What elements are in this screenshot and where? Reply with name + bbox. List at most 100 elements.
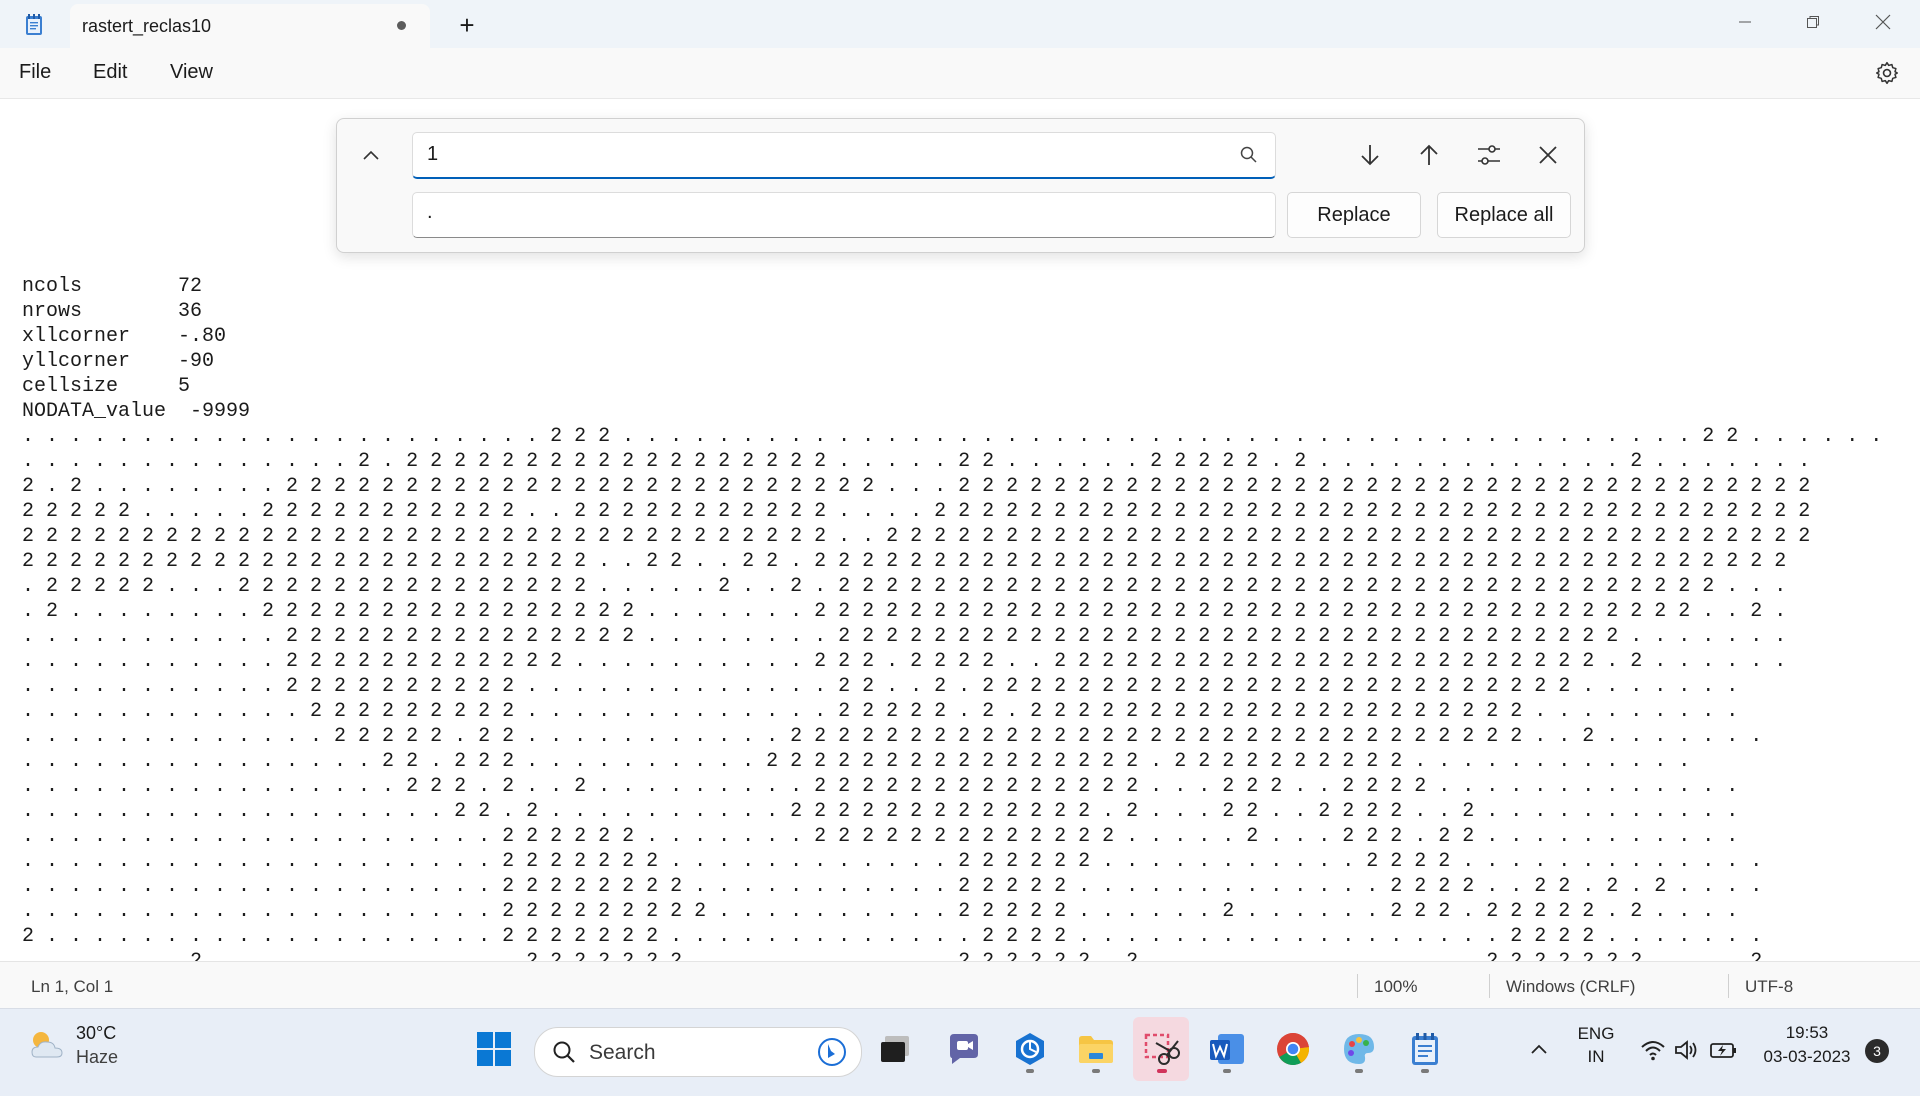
minimize-button[interactable] [1710,0,1780,44]
text-line[interactable]: . . . . . . . . . . . . . 2 2 2 2 2 . 2 … [22,724,1882,749]
text-line[interactable]: . . . . . . . . . . . . . . . 2 2 . 2 2 … [22,749,1882,774]
menu-edit[interactable]: Edit [93,61,127,84]
windows-logo-icon [477,1032,511,1066]
text-line[interactable]: . . . . . . . . . . . . 2 2 2 2 2 2 2 2 … [22,699,1882,724]
text-line[interactable]: 2 . 2 . . . . . . . . 2 2 2 2 2 2 2 2 2 … [22,474,1882,499]
text-line[interactable]: . . . . . . . . . . . . . . . . . . 2 2 … [22,799,1882,824]
close-find-button[interactable] [1528,135,1568,175]
chrome-button[interactable] [1273,1029,1313,1069]
cursor-position[interactable]: Ln 1, Col 1 [31,977,113,997]
clock-date[interactable]: 03-03-2023 [1752,1047,1862,1067]
zoom-level[interactable]: 100% [1374,977,1417,997]
running-indicator [1355,1069,1363,1073]
language-region[interactable]: IN [1574,1047,1618,1067]
text-line[interactable]: . . . . . . . . . . . . . . . . . . . . … [22,899,1882,924]
text-line[interactable]: yllcorner -90 [22,349,1882,374]
taskbar-search[interactable]: Search [534,1027,862,1077]
menu-bar: File Edit View [0,48,1920,99]
replace-input[interactable]: . [412,192,1276,238]
running-indicator [1026,1069,1034,1073]
text-line[interactable]: 2 . . . . . . . . . . . . . . . . . . . … [22,924,1882,949]
new-tab-button[interactable]: + [452,10,482,40]
word-icon [1208,1032,1246,1066]
text-line[interactable]: . . . . . . . . . . . . . . . . . . . . … [22,849,1882,874]
document-tab[interactable]: rastert_reclas10 [70,4,430,48]
snipping-tool-button[interactable] [1141,1029,1181,1069]
running-indicator [1092,1069,1100,1073]
find-input-value: 1 [427,143,438,166]
volume-icon[interactable] [1674,1039,1700,1061]
bing-icon[interactable] [817,1037,847,1067]
text-line[interactable]: cellsize 5 [22,374,1882,399]
weather-haze-icon[interactable] [26,1027,68,1063]
replace-input-value: . [427,201,433,224]
text-line[interactable]: . 2 . . . . . . . . 2 2 2 2 2 2 2 2 2 2 … [22,599,1882,624]
teams-chat-button[interactable] [944,1029,984,1069]
app-hexagon-button[interactable] [1010,1029,1050,1069]
notepad-taskbar-button[interactable] [1405,1029,1445,1069]
text-line[interactable]: . . . . . . . . . . . 2 2 2 2 2 2 2 2 2 … [22,624,1882,649]
paint-button[interactable] [1339,1029,1379,1069]
collapse-replace-button[interactable] [355,139,387,171]
text-line[interactable]: nrows 36 [22,299,1882,324]
text-line[interactable]: . . . . . . . . . . . 2 2 2 2 2 2 2 2 2 … [22,649,1882,674]
text-line[interactable]: ncols 72 [22,274,1882,299]
text-line[interactable]: . . . . . . . . . . . . . . . . . . . . … [22,874,1882,899]
notification-badge[interactable]: 3 [1865,1039,1889,1063]
text-line[interactable]: xllcorner -.80 [22,324,1882,349]
text-line[interactable]: . . . . . . . . . . . 2 2 2 2 2 2 2 2 2 … [22,674,1882,699]
replace-all-button[interactable]: Replace all [1437,192,1571,238]
search-label: Search [589,1041,656,1065]
arrow-down-icon [1357,142,1383,168]
task-view-button[interactable] [876,1029,916,1069]
settings-gear-icon[interactable] [1874,60,1900,86]
text-line[interactable]: . . . . . . . . . . . . . . . . . . . . … [22,824,1882,849]
running-indicator [1223,1069,1231,1073]
search-icon[interactable] [1239,145,1259,165]
title-bar: rastert_reclas10 + [0,0,1920,48]
running-indicator [1421,1069,1429,1073]
text-line[interactable]: . . . . . . . 2 . . . . . . . . . . . . … [22,949,1882,961]
minimize-icon [1738,15,1752,29]
sliders-icon [1476,142,1502,168]
find-previous-button[interactable] [1409,135,1449,175]
restore-button[interactable] [1778,0,1848,44]
find-input[interactable]: 1 [412,132,1276,179]
text-line[interactable]: 2 2 2 2 2 2 2 2 2 2 2 2 2 2 2 2 2 2 2 2 … [22,524,1882,549]
status-divider [1357,974,1358,998]
line-ending[interactable]: Windows (CRLF) [1506,977,1635,997]
text-line[interactable]: . 2 2 2 2 2 . . . 2 2 2 2 2 2 2 2 2 2 2 … [22,574,1882,599]
unsaved-dot-icon[interactable] [397,21,406,30]
chrome-icon [1275,1031,1311,1067]
close-icon [1875,14,1891,30]
document-text[interactable]: ncols 72nrows 36xllcorner -.80yllcorner … [22,274,1882,961]
text-line[interactable]: 2 2 2 2 2 2 2 2 2 2 2 2 2 2 2 2 2 2 2 2 … [22,549,1882,574]
battery-charging-icon[interactable] [1710,1040,1738,1060]
wifi-icon[interactable] [1640,1039,1666,1061]
text-line[interactable]: NODATA_value -9999 [22,399,1882,424]
start-button[interactable] [474,1029,514,1069]
menu-file[interactable]: File [19,61,51,84]
word-button[interactable] [1207,1029,1247,1069]
arrow-up-icon [1416,142,1442,168]
tab-title: rastert_reclas10 [82,16,211,37]
task-view-icon [879,1034,913,1064]
paint-palette-icon [1341,1031,1377,1067]
text-line[interactable]: 2 2 2 2 2 . . . . . 2 2 2 2 2 2 2 2 2 2 … [22,499,1882,524]
clock-time[interactable]: 19:53 [1752,1023,1862,1043]
text-line[interactable]: . . . . . . . . . . . . . . 2 . 2 2 2 2 … [22,449,1882,474]
replace-button[interactable]: Replace [1287,192,1421,238]
menu-view[interactable]: View [170,61,213,84]
status-divider [1489,974,1490,998]
find-next-button[interactable] [1350,135,1390,175]
file-explorer-button[interactable] [1076,1029,1116,1069]
chevron-up-icon [362,149,380,161]
text-line[interactable]: . . . . . . . . . . . . . . . . . . . . … [22,424,1882,449]
search-options-button[interactable] [1469,135,1509,175]
show-hidden-icons-button[interactable] [1519,1029,1559,1069]
text-line[interactable]: . . . . . . . . . . . . . . . . 2 2 2 . … [22,774,1882,799]
language-code[interactable]: ENG [1574,1024,1618,1044]
encoding[interactable]: UTF-8 [1745,977,1793,997]
chevron-up-icon [1530,1043,1548,1055]
close-window-button[interactable] [1848,0,1918,44]
